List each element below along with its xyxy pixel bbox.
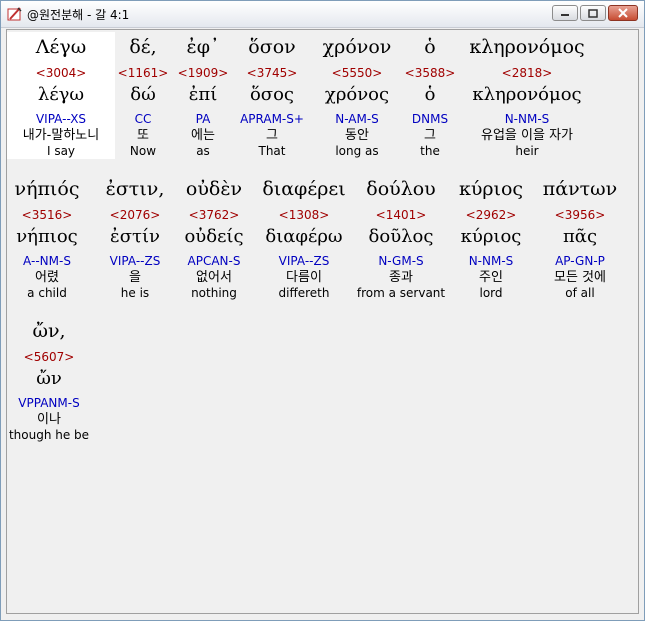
minimize-icon bbox=[561, 14, 569, 16]
morphology-code: N-NM-S bbox=[504, 112, 550, 126]
korean-gloss: 이나 bbox=[37, 412, 61, 427]
minimize-button[interactable] bbox=[552, 5, 578, 21]
korean-gloss: 유업을 이을 자가 bbox=[481, 128, 573, 143]
lemma: κληρονόμος bbox=[472, 84, 582, 105]
greek-word: ὤν, bbox=[32, 320, 66, 342]
word-block[interactable]: πάντων <3956> πᾶς AP-GN-P 모든 것에 of all bbox=[525, 174, 635, 301]
korean-gloss: 모든 것에 bbox=[554, 270, 606, 285]
window-controls bbox=[552, 5, 638, 21]
maximize-button[interactable] bbox=[580, 5, 606, 21]
close-icon bbox=[618, 8, 628, 18]
strong-number[interactable]: <5607> bbox=[7, 349, 91, 365]
interlinear-view[interactable]: Λέγω <3004> λέγω VIPA--XS 내가-말하노니 I say … bbox=[6, 29, 639, 614]
word-block[interactable]: κληρονόμος <2818> κληρονόμος N-NM-S 유업을 … bbox=[452, 32, 602, 159]
verse-line: νήπιός <3516> νήπιος A--NM-S 어렸 a child … bbox=[7, 174, 638, 314]
english-gloss: of all bbox=[565, 286, 595, 300]
word-block[interactable]: ὤν, <5607> ὤν VPPANM-S 이나 though he be bbox=[7, 316, 91, 443]
english-gloss: heir bbox=[515, 144, 539, 158]
bible-app-icon bbox=[7, 6, 23, 22]
morphology-code: VPPANM-S bbox=[18, 396, 80, 410]
verse-line: Λέγω <3004> λέγω VIPA--XS 내가-말하노니 I say … bbox=[7, 32, 638, 172]
strong-number[interactable]: <2818> bbox=[452, 65, 602, 81]
title-bar[interactable]: @원전분해 - 갈 4:1 bbox=[1, 1, 644, 28]
greek-word: κληρονόμος bbox=[469, 36, 585, 58]
app-window: @원전분해 - 갈 4:1 Λέγω <3004> λέγω VIPA--XS … bbox=[0, 0, 645, 621]
strong-number[interactable]: <3956> bbox=[525, 207, 635, 223]
greek-word: πάντων bbox=[542, 178, 618, 200]
english-gloss: though he be bbox=[8, 428, 90, 442]
maximize-icon bbox=[588, 8, 598, 18]
verse-line: ὤν, <5607> ὤν VPPANM-S 이나 though he be bbox=[7, 316, 638, 456]
lemma: πᾶς bbox=[562, 226, 598, 247]
close-button[interactable] bbox=[608, 5, 638, 21]
morphology-code: AP-GN-P bbox=[555, 254, 605, 268]
window-title: @원전분해 - 갈 4:1 bbox=[27, 7, 130, 22]
lemma: ὤν bbox=[36, 368, 62, 389]
